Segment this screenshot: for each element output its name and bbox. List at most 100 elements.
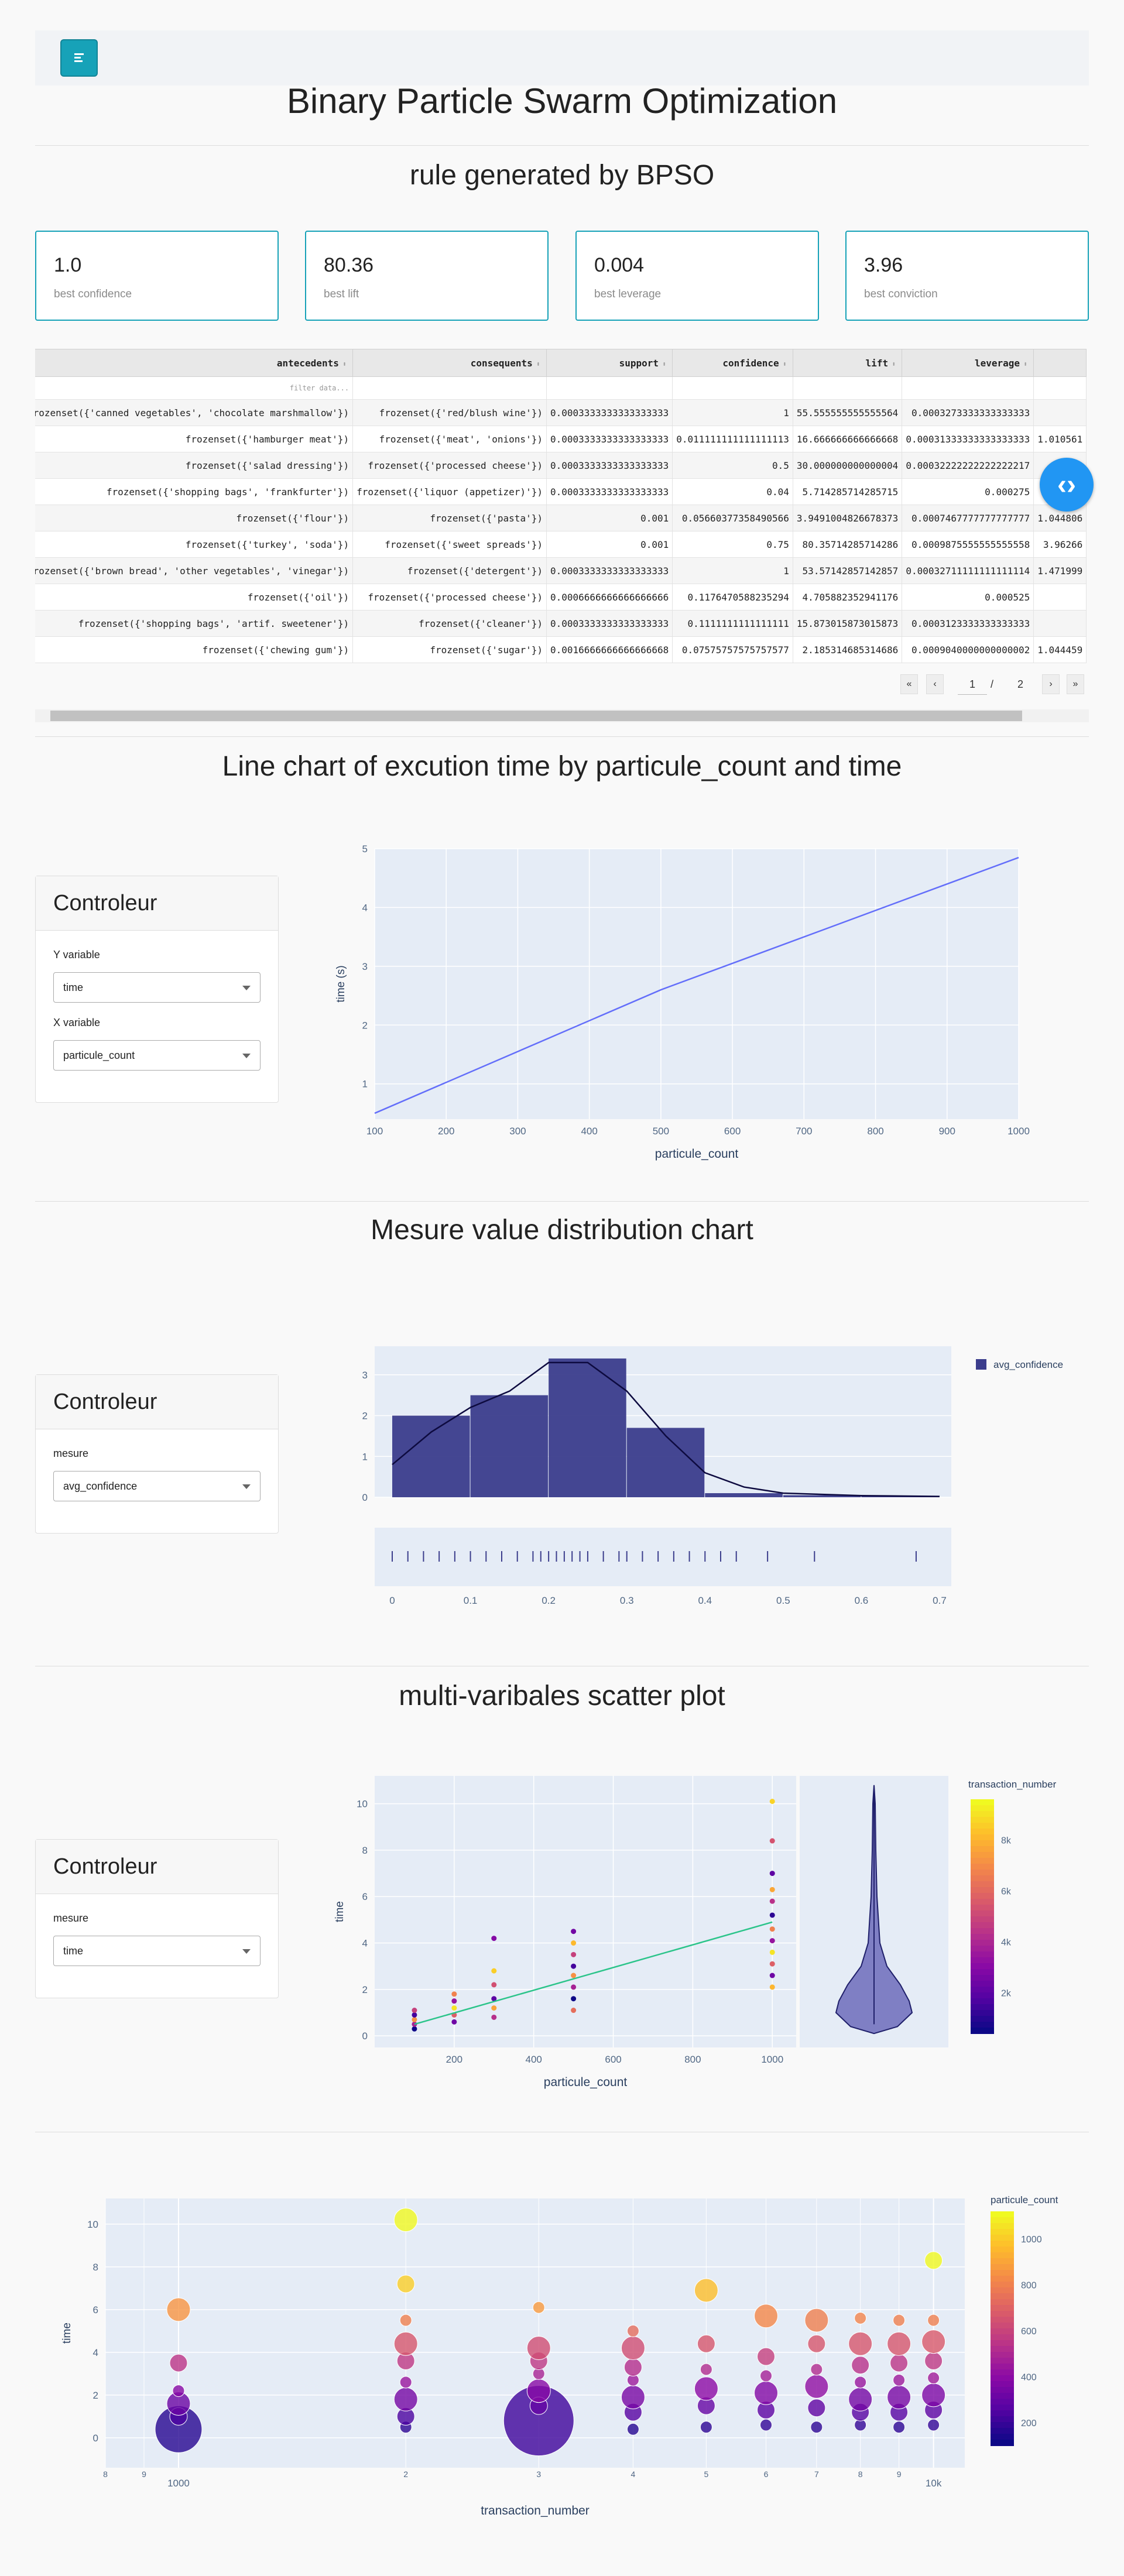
- filter-support[interactable]: [546, 376, 673, 400]
- table-row[interactable]: frozenset({'flour'}) frozenset({'pasta'})…: [35, 505, 1087, 531]
- bubble-point: [754, 2381, 779, 2405]
- code-toggle-button[interactable]: ‹›: [1040, 458, 1094, 512]
- table-row[interactable]: frozenset({'brown bread', 'other vegetab…: [35, 557, 1087, 584]
- table-cell: 0.0006666666666666666: [546, 584, 673, 610]
- x-tick-label: 8: [858, 2469, 863, 2479]
- scatter-point: [571, 1951, 577, 1957]
- bubble-point: [694, 2376, 718, 2401]
- table-row[interactable]: frozenset({'turkey', 'soda'}) frozenset({…: [35, 531, 1087, 558]
- y-tick-label: 2: [362, 1411, 368, 1422]
- col-support[interactable]: support ⬍: [546, 349, 673, 377]
- current-page-input[interactable]: 1: [958, 674, 987, 695]
- filter-conviction[interactable]: [1033, 376, 1087, 400]
- x-tick-label: 0.3: [620, 1595, 634, 1604]
- x-tick-label: 0.1: [464, 1595, 478, 1604]
- colorbar-segment: [991, 2346, 1014, 2352]
- y-axis-title: time: [334, 1901, 346, 1922]
- table-cell: frozenset({'liquor (appetizer)'}): [352, 478, 547, 505]
- colorbar-segment: [991, 2270, 1014, 2276]
- x-variable-select[interactable]: particule_count: [53, 1040, 261, 1071]
- colorbar-tick-label: 6k: [1001, 1887, 1012, 1897]
- col-consequents[interactable]: consequents ⬍: [352, 349, 547, 377]
- table-cell: 4.705882352941176: [792, 584, 903, 610]
- filter-confidence[interactable]: [672, 376, 793, 400]
- x-tick-label: 800: [684, 2054, 701, 2065]
- y-tick-label: 2: [362, 1020, 368, 1031]
- best-confidence-card: 1.0 best confidence: [35, 231, 279, 321]
- bubble-point: [804, 2374, 829, 2399]
- table-cell: 0.0016666666666666668: [546, 636, 673, 663]
- table-row[interactable]: frozenset({'hamburger meat'}) frozenset({…: [35, 426, 1087, 452]
- table-cell: frozenset({'canned vegetables', 'chocola…: [35, 399, 354, 426]
- first-page-button[interactable]: «: [900, 674, 918, 694]
- table-row[interactable]: frozenset({'shopping bags', 'artif. swee…: [35, 610, 1087, 637]
- scatter-point: [412, 2016, 417, 2022]
- table-cell: 0.00032222222222222217: [902, 452, 1034, 479]
- colorbar-segment: [991, 2387, 1014, 2393]
- colorbar-segment: [991, 2229, 1014, 2235]
- scatter-controller-panel: Controleur mesure time: [35, 1839, 279, 1998]
- table-cell: 53.57142857142857: [792, 557, 903, 584]
- table-cell: 1.010561: [1033, 426, 1087, 452]
- filter-leverage[interactable]: [902, 376, 1034, 400]
- colorbar-title: transaction_number: [968, 1779, 1057, 1790]
- y-variable-select[interactable]: time: [53, 972, 261, 1003]
- scatter-point: [571, 1963, 577, 1969]
- next-page-button[interactable]: ›: [1042, 674, 1060, 694]
- scatter-point: [412, 2026, 417, 2032]
- y-tick-label: 4: [93, 2347, 98, 2358]
- table-cell: 0.1176470588235294: [672, 584, 793, 610]
- scatter-point: [769, 1871, 775, 1877]
- multi-variable-scatter-chart: 200 400 600 800 1000 0 2 4 6 8 10 2k 4k 6k 8k transacti…: [334, 1776, 1057, 2089]
- col-confidence[interactable]: confidence ⬍: [672, 349, 793, 377]
- table-row[interactable]: frozenset({'shopping bags', 'frankfurter…: [35, 478, 1087, 505]
- filter-lift[interactable]: [792, 376, 903, 400]
- table-row[interactable]: frozenset({'chewing gum'}) frozenset({'su…: [35, 636, 1087, 663]
- sidebar-toggle-button[interactable]: [60, 39, 98, 77]
- table-row[interactable]: frozenset({'oil'}) frozenset({'processed …: [35, 584, 1087, 610]
- table-cell: 0.001: [546, 531, 673, 558]
- scatter-point: [451, 2019, 457, 2025]
- colorbar-segment: [971, 2028, 994, 2034]
- x-axis-title: particule_count: [544, 2076, 628, 2089]
- colorbar-segment: [971, 1811, 994, 1817]
- colorbar-segment: [991, 2246, 1014, 2253]
- scatter-point: [412, 2008, 417, 2014]
- x-tick-label: 1000: [1008, 1126, 1030, 1137]
- mesure-select[interactable]: avg_confidence: [53, 1471, 261, 1501]
- panel-title: Controleur: [36, 1375, 278, 1429]
- col-leverage[interactable]: leverage ⬍: [902, 349, 1034, 377]
- legend-swatch: [976, 1359, 986, 1370]
- last-page-button[interactable]: »: [1067, 674, 1084, 694]
- colorbar-segment: [991, 2381, 1014, 2388]
- card-value: 3.96: [864, 254, 903, 276]
- table-row[interactable]: frozenset({'canned vegetables', 'chocola…: [35, 399, 1087, 426]
- bubble-point: [399, 2314, 412, 2327]
- x-tick-label: 600: [605, 2054, 621, 2065]
- table-row[interactable]: frozenset({'salad dressing'}) frozenset({…: [35, 452, 1087, 479]
- scatter-point: [571, 1973, 577, 1978]
- col-conviction[interactable]: [1033, 349, 1087, 377]
- col-lift[interactable]: lift ⬍: [792, 349, 903, 377]
- colorbar-segment: [971, 1870, 994, 1876]
- filter-antecedents[interactable]: filter data...: [35, 376, 354, 400]
- table-scrollbar[interactable]: [35, 709, 1089, 722]
- scrollbar-thumb[interactable]: [50, 711, 1022, 721]
- scatter-point: [571, 1940, 577, 1946]
- colorbar-segment: [971, 1858, 994, 1864]
- y-tick-label: 2: [93, 2390, 98, 2401]
- x-tick-label: 9: [897, 2469, 902, 2479]
- filter-consequents[interactable]: [352, 376, 547, 400]
- table-cell: 16.666666666666668: [792, 426, 903, 452]
- rug-plot-area: [375, 1528, 951, 1586]
- table-cell: 1: [672, 399, 793, 426]
- colorbar-segment: [991, 2428, 1014, 2434]
- colorbar-segment: [971, 1951, 994, 1958]
- colorbar-segment: [971, 1887, 994, 1894]
- prev-page-button[interactable]: ‹: [926, 674, 944, 694]
- colorbar-tick-label: 400: [1021, 2372, 1037, 2382]
- colorbar-segment: [991, 2352, 1014, 2358]
- mesure-select[interactable]: time: [53, 1936, 261, 1966]
- col-antecedents[interactable]: antecedents ⬍: [35, 349, 354, 377]
- colorbar-title: particule_count: [991, 2194, 1058, 2205]
